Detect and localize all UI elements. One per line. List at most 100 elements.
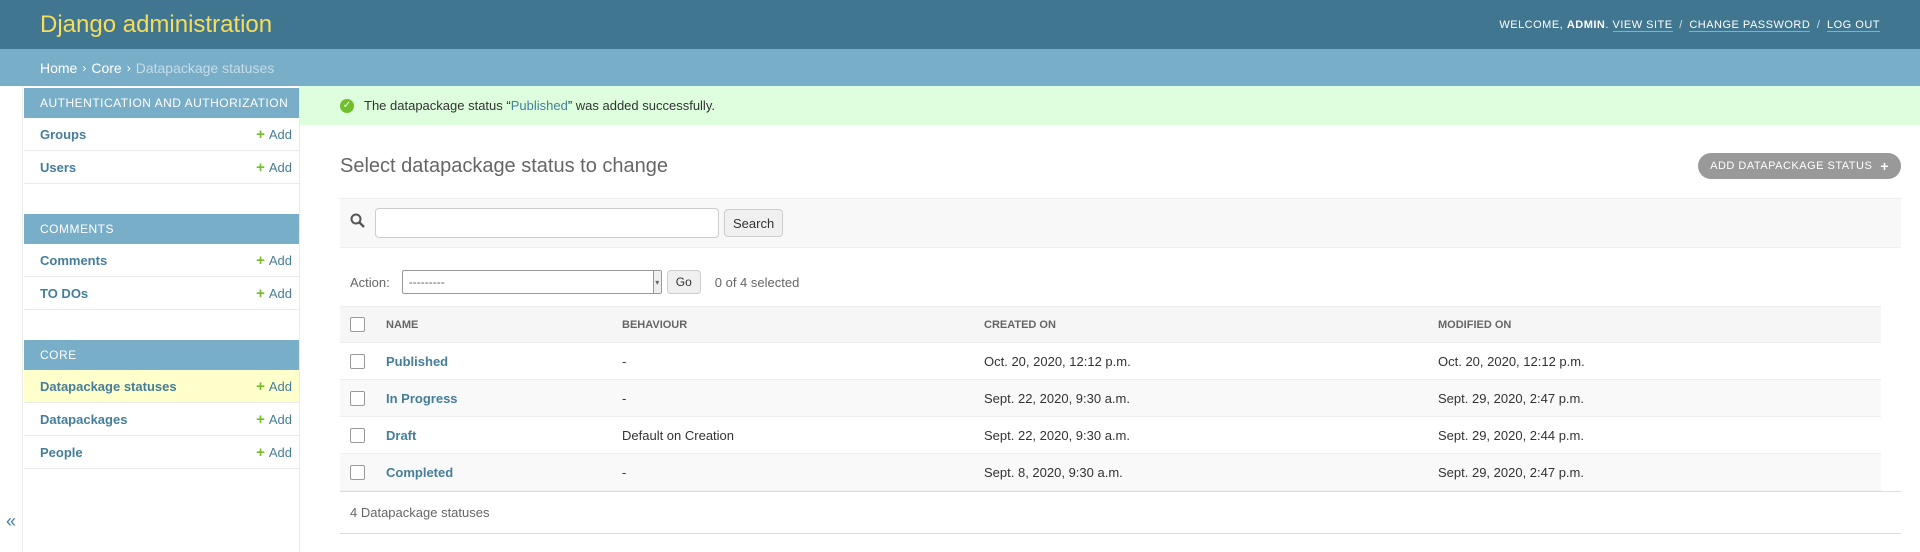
name-cell: Published (376, 342, 612, 380)
module-comments: Comments Comments + Add TO DOs + Add (24, 214, 299, 310)
row-checkbox[interactable] (350, 354, 365, 370)
view-site-link[interactable]: View site (1612, 18, 1673, 32)
module-caption[interactable]: Authentication and Authorization (24, 88, 299, 118)
search-toolbar: Search (340, 198, 1901, 248)
action-select[interactable]: --------- ▾ (401, 270, 662, 294)
table-row: Published - Oct. 20, 2020, 12:12 p.m. Oc… (340, 342, 1881, 380)
add-datapackages-link[interactable]: + Add (256, 412, 292, 427)
add-label: Add (268, 378, 292, 394)
sidebar-item-groups: Groups + Add (24, 118, 299, 151)
column-header-created-on[interactable]: Created on (974, 306, 1428, 343)
nav-sidebar: « Authentication and Authorization Group… (0, 86, 300, 552)
sidebar-link-todos[interactable]: TO DOs (40, 286, 88, 301)
add-todos-link[interactable]: + Add (256, 286, 292, 301)
sidebar-link-comments[interactable]: Comments (40, 253, 107, 268)
sidebar-item-datapackages: Datapackages + Add (24, 403, 299, 436)
column-header-behaviour[interactable]: Behaviour (612, 306, 974, 343)
separator: / (1816, 18, 1821, 31)
double-chevron-left-icon: « (5, 511, 16, 531)
sidebar-link-groups[interactable]: Groups (40, 127, 86, 142)
module-core: Core Datapackage statuses + Add Datapacka… (24, 340, 299, 469)
breadcrumb-home[interactable]: Home (40, 60, 77, 76)
sidebar-link-users[interactable]: Users (40, 160, 76, 175)
row-name-link[interactable]: Completed (386, 465, 453, 480)
row-name-link[interactable]: Draft (386, 428, 416, 443)
action-label: Action: (350, 274, 390, 290)
site-header: Django administration Welcome, admin. Vi… (0, 0, 1920, 49)
sidebar-item-people: People + Add (24, 436, 299, 469)
sidebar-link-datapackages[interactable]: Datapackages (40, 412, 127, 427)
name-cell: Completed (376, 453, 612, 491)
behaviour-cell: - (612, 379, 974, 417)
page-title: Select datapackage status to change (340, 155, 669, 177)
row-checkbox[interactable] (350, 391, 365, 407)
search-input[interactable] (375, 208, 719, 238)
behaviour-cell: Default on Creation (612, 416, 974, 454)
modified-cell: Sept. 29, 2020, 2:47 p.m. (1428, 453, 1881, 491)
add-label: Add (268, 444, 292, 460)
column-header-name[interactable]: Name (376, 306, 612, 343)
site-branding[interactable]: Django administration (40, 11, 272, 39)
separator: / (1679, 18, 1683, 31)
created-cell: Sept. 22, 2020, 9:30 a.m. (974, 416, 1428, 454)
created-cell: Sept. 8, 2020, 9:30 a.m. (974, 453, 1428, 491)
add-label: Add (268, 285, 292, 301)
table-row: In Progress - Sept. 22, 2020, 9:30 a.m. … (340, 379, 1881, 417)
row-select-cell (340, 453, 376, 491)
change-password-link[interactable]: Change password (1689, 18, 1811, 32)
sidebar-item-todos: TO DOs + Add (24, 277, 299, 310)
content-column: ✓ The datapackage status “Published” was… (300, 86, 1920, 552)
main-container: « Authentication and Authorization Group… (0, 86, 1920, 552)
row-name-link[interactable]: Published (386, 354, 448, 369)
search-icon (350, 213, 365, 233)
row-name-link[interactable]: In Progress (386, 391, 458, 406)
go-button[interactable]: Go (666, 270, 701, 294)
name-cell: In Progress (376, 379, 612, 417)
select-all-cell (340, 306, 376, 343)
sidebar-item-comments: Comments + Add (24, 244, 299, 277)
add-users-link[interactable]: + Add (256, 160, 292, 175)
sidebar-item-users: Users + Add (24, 151, 299, 184)
add-comments-link[interactable]: + Add (256, 253, 292, 268)
sidebar-link-people[interactable]: People (40, 445, 83, 460)
search-button[interactable]: Search (724, 209, 784, 237)
add-datapackage-status-button[interactable]: Add datapackage status + (1698, 153, 1901, 179)
log-out-link[interactable]: Log out (1826, 18, 1880, 32)
message-suffix: ” was added successfully. (567, 98, 715, 113)
toggle-sidebar-button[interactable]: « (0, 86, 23, 552)
message-object-link[interactable]: Published (511, 98, 568, 113)
paginator: 4 Datapackage statuses (340, 491, 1901, 534)
plus-icon: + (256, 284, 265, 302)
plus-icon: + (256, 377, 265, 395)
module-caption[interactable]: Comments (24, 214, 299, 244)
plus-icon: + (1880, 158, 1889, 174)
add-label: Add (268, 252, 292, 268)
check-circle-icon: ✓ (340, 98, 354, 113)
table-header-row: Name Behaviour Created on Modified on (340, 306, 1881, 343)
row-checkbox[interactable] (350, 428, 365, 444)
add-people-link[interactable]: + Add (256, 445, 292, 460)
module-caption[interactable]: Core (24, 340, 299, 370)
table-row: Completed - Sept. 8, 2020, 9:30 a.m. Sep… (340, 453, 1881, 491)
add-groups-link[interactable]: + Add (256, 127, 292, 142)
add-label: Add (268, 126, 292, 142)
plus-icon: + (256, 443, 265, 461)
row-select-cell (340, 416, 376, 454)
row-select-cell (340, 379, 376, 417)
breadcrumb-arrow: › (82, 60, 87, 75)
selection-counter: 0 of 4 selected (714, 274, 800, 290)
actions-bar: Action: --------- ▾ Go 0 of 4 selected (340, 248, 1901, 306)
breadcrumb-core[interactable]: Core (91, 60, 121, 76)
breadcrumb: Home › Core › Datapackage statuses (0, 49, 1920, 86)
action-selected-value: --------- (408, 275, 445, 289)
row-checkbox[interactable] (350, 465, 365, 481)
select-all-checkbox[interactable] (350, 317, 365, 332)
table-row: Draft Default on Creation Sept. 22, 2020… (340, 416, 1881, 454)
plus-icon: + (256, 125, 265, 143)
plus-icon: + (256, 251, 265, 269)
chevron-down-icon: ▾ (652, 271, 661, 293)
sidebar-link-datapackage-statuses[interactable]: Datapackage statuses (40, 379, 177, 394)
add-datapackage-statuses-link[interactable]: + Add (256, 379, 292, 394)
username: admin (1566, 18, 1606, 31)
column-header-modified-on[interactable]: Modified on (1428, 306, 1881, 343)
